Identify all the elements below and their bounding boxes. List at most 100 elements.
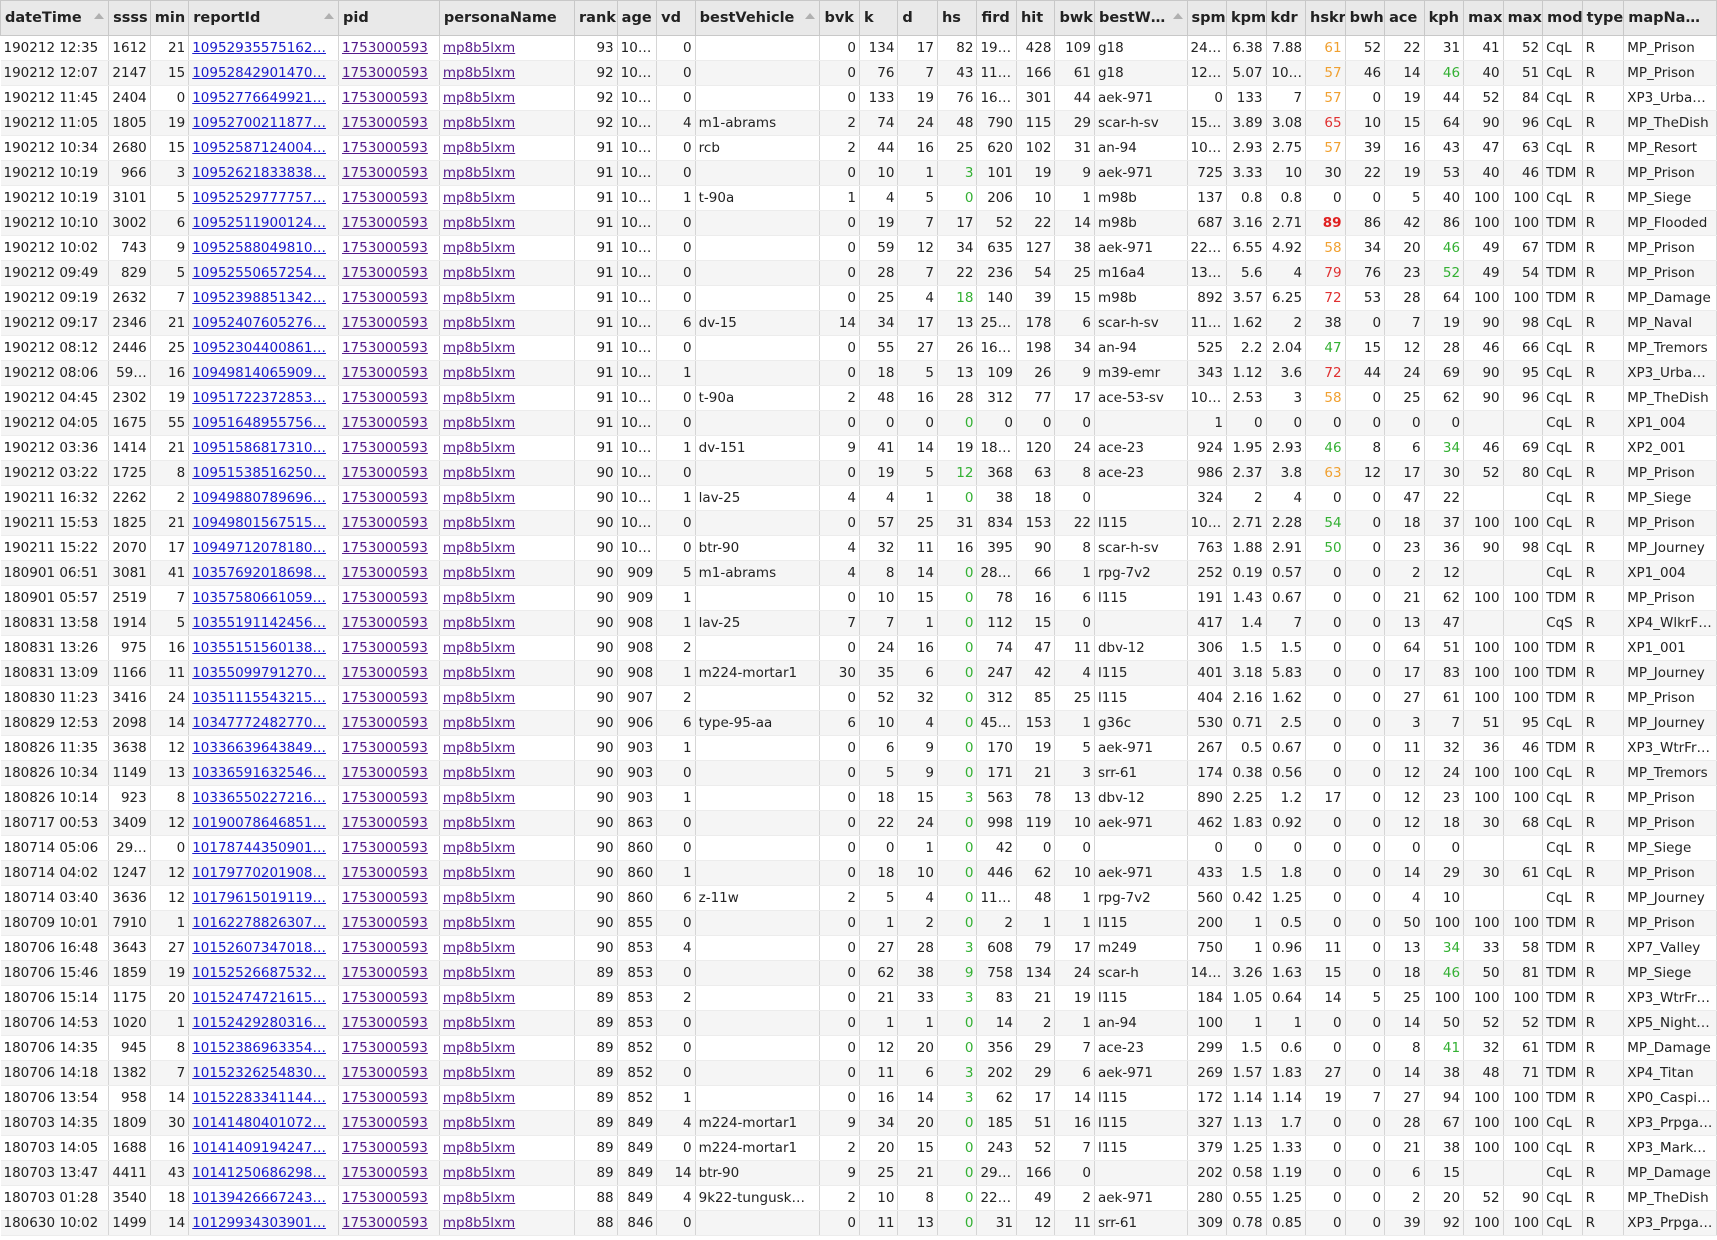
persona-name-link[interactable]: mp8b5lxm [443, 765, 515, 781]
report-id-link[interactable]: 10951722372853… [192, 390, 326, 406]
report-id-link[interactable]: 10141409194247… [192, 1140, 326, 1156]
table-row[interactable]: 190211 15:53 1825 21 10949801567515… 1753000… [0, 510, 1717, 536]
report-id-link[interactable]: 10951648955756… [192, 415, 326, 431]
persona-name-link[interactable]: mp8b5lxm [443, 1015, 515, 1031]
report-id-link[interactable]: 10351115543215… [192, 690, 326, 706]
column-header-bvk[interactable]: bvk [819, 0, 860, 36]
table-row[interactable]: 180831 13:09 1166 11 10355099791270… 1753000… [0, 660, 1717, 686]
persona-name-link[interactable]: mp8b5lxm [443, 690, 515, 706]
table-row[interactable]: 190212 09:17 2346 21 10952407605276… 1753000… [0, 310, 1717, 336]
report-id-link[interactable]: 10952587124004… [192, 140, 326, 156]
pid-link[interactable]: 1753000593 [342, 1215, 428, 1231]
column-header-mod[interactable]: mod [1542, 0, 1583, 36]
persona-name-link[interactable]: mp8b5lxm [443, 715, 515, 731]
column-header-personaname[interactable]: personaName [438, 0, 576, 36]
column-header-max2[interactable]: max2 [1502, 0, 1544, 36]
pid-link[interactable]: 1753000593 [342, 640, 428, 656]
pid-link[interactable]: 1753000593 [342, 215, 428, 231]
report-id-link[interactable]: 10952511900124… [192, 215, 326, 231]
table-row[interactable]: 180706 14:35 945 8 10152386963354… 175300059… [0, 1035, 1717, 1061]
table-row[interactable]: 180709 10:01 7910 1 10162278826307… 17530005… [0, 910, 1717, 936]
report-id-link[interactable]: 10355151560138… [192, 640, 326, 656]
table-row[interactable]: 180901 05:57 2519 7 10357580661059… 17530005… [0, 585, 1717, 611]
persona-name-link[interactable]: mp8b5lxm [443, 165, 515, 181]
persona-name-link[interactable]: mp8b5lxm [443, 565, 515, 581]
column-header-kdr[interactable]: kdr [1265, 0, 1307, 36]
pid-link[interactable]: 1753000593 [342, 690, 428, 706]
report-id-link[interactable]: 10178744350901… [192, 840, 326, 856]
column-header-bestw[interactable]: bestW… [1093, 0, 1188, 36]
column-header-ssss[interactable]: ssss [108, 0, 151, 36]
table-row[interactable]: 190212 09:19 2632 7 10952398851342… 17530005… [0, 285, 1717, 311]
report-id-link[interactable]: 10952398851342… [192, 290, 326, 306]
pid-link[interactable]: 1753000593 [342, 815, 428, 831]
table-row[interactable]: 180706 13:54 958 14 10152283341144… 17530005… [0, 1085, 1717, 1111]
table-row[interactable]: 180706 16:48 3643 27 10152607347018… 1753000… [0, 935, 1717, 961]
sort-arrow-icon[interactable] [1172, 13, 1183, 19]
report-id-link[interactable]: 10952621833838… [192, 165, 326, 181]
persona-name-link[interactable]: mp8b5lxm [443, 740, 515, 756]
report-id-link[interactable]: 10952407605276… [192, 315, 326, 331]
persona-name-link[interactable]: mp8b5lxm [443, 265, 515, 281]
report-id-link[interactable]: 10355191142456… [192, 615, 326, 631]
table-row[interactable]: 190212 11:45 2404 0 10952776649921… 17530005… [0, 85, 1717, 111]
pid-link[interactable]: 1753000593 [342, 840, 428, 856]
pid-link[interactable]: 1753000593 [342, 515, 428, 531]
table-row[interactable]: 180706 14:53 1020 1 10152429280316… 17530005… [0, 1010, 1717, 1036]
column-header-kpm[interactable]: kpm [1226, 0, 1267, 36]
persona-name-link[interactable]: mp8b5lxm [443, 65, 515, 81]
persona-name-link[interactable]: mp8b5lxm [443, 615, 515, 631]
persona-name-link[interactable]: mp8b5lxm [443, 40, 515, 56]
persona-name-link[interactable]: mp8b5lxm [443, 665, 515, 681]
report-id-link[interactable]: 10152386963354… [192, 1040, 326, 1056]
table-row[interactable]: 180703 01:28 3540 18 10139426667243… 1753000… [0, 1185, 1717, 1211]
table-row[interactable]: 180831 13:58 1914 5 10355191142456… 17530005… [0, 610, 1717, 636]
persona-name-link[interactable]: mp8b5lxm [443, 1040, 515, 1056]
report-id-link[interactable]: 10336550227216… [192, 790, 326, 806]
table-row[interactable]: 190212 03:36 1414 21 10951586817310… 1753000… [0, 435, 1717, 461]
table-row[interactable]: 180703 14:05 1688 16 10141409194247… 1753000… [0, 1135, 1717, 1161]
column-header-bestvehicle[interactable]: bestVehicle [694, 0, 821, 36]
table-row[interactable]: 180831 13:26 975 16 10355151560138… 17530005… [0, 635, 1717, 661]
report-id-link[interactable]: 10139426667243… [192, 1190, 326, 1206]
pid-link[interactable]: 1753000593 [342, 915, 428, 931]
pid-link[interactable]: 1753000593 [342, 615, 428, 631]
sort-arrow-icon[interactable] [323, 13, 334, 19]
report-id-link[interactable]: 10141250686298… [192, 1165, 326, 1181]
report-id-link[interactable]: 10952529777757… [192, 190, 326, 206]
table-row[interactable]: 190212 08:12 2446 25 10952304400861… 1753000… [0, 335, 1717, 361]
column-header-hs[interactable]: hs [936, 0, 978, 36]
column-header-k[interactable]: k [858, 0, 899, 36]
persona-name-link[interactable]: mp8b5lxm [443, 1165, 515, 1181]
pid-link[interactable]: 1753000593 [342, 90, 428, 106]
persona-name-link[interactable]: mp8b5lxm [443, 940, 515, 956]
column-header-ace[interactable]: ace [1384, 0, 1425, 36]
report-id-link[interactable]: 10179615019119… [192, 890, 326, 906]
persona-name-link[interactable]: mp8b5lxm [443, 1190, 515, 1206]
pid-link[interactable]: 1753000593 [342, 240, 428, 256]
pid-link[interactable]: 1753000593 [342, 265, 428, 281]
report-id-link[interactable]: 10952550657254… [192, 265, 326, 281]
persona-name-link[interactable]: mp8b5lxm [443, 290, 515, 306]
column-header-kph[interactable]: kph [1423, 0, 1465, 36]
table-row[interactable]: 190212 08:06 59… 16 10949814065909… 17530005… [0, 360, 1717, 386]
report-id-link[interactable]: 10152326254830… [192, 1065, 326, 1081]
pid-link[interactable]: 1753000593 [342, 1115, 428, 1131]
table-row[interactable]: 180703 14:35 1809 30 10141480401072… 1753000… [0, 1110, 1717, 1136]
column-header-min[interactable]: min [149, 0, 190, 36]
report-id-link[interactable]: 10347772482770… [192, 715, 326, 731]
table-row[interactable]: 190212 04:05 1675 55 10951648955756… 1753000… [0, 410, 1717, 436]
table-row[interactable]: 190212 10:19 3101 5 10952529777757… 17530005… [0, 185, 1717, 211]
table-row[interactable]: 180901 06:51 3081 41 10357692018698… 1753000… [0, 560, 1717, 586]
table-row[interactable]: 190212 09:49 829 5 10952550657254… 175300059… [0, 260, 1717, 286]
table-row[interactable]: 180706 14:18 1382 7 10152326254830… 17530005… [0, 1060, 1717, 1086]
column-header-mapna[interactable]: mapNa… [1623, 0, 1717, 36]
report-id-link[interactable]: 10152283341144… [192, 1090, 326, 1106]
persona-name-link[interactable]: mp8b5lxm [443, 1140, 515, 1156]
table-row[interactable]: 190211 15:22 2070 17 10949712078180… 1753000… [0, 535, 1717, 561]
report-id-link[interactable]: 10949801567515… [192, 515, 326, 531]
persona-name-link[interactable]: mp8b5lxm [443, 890, 515, 906]
report-id-link[interactable]: 10952842901470… [192, 65, 326, 81]
pid-link[interactable]: 1753000593 [342, 565, 428, 581]
pid-link[interactable]: 1753000593 [342, 715, 428, 731]
